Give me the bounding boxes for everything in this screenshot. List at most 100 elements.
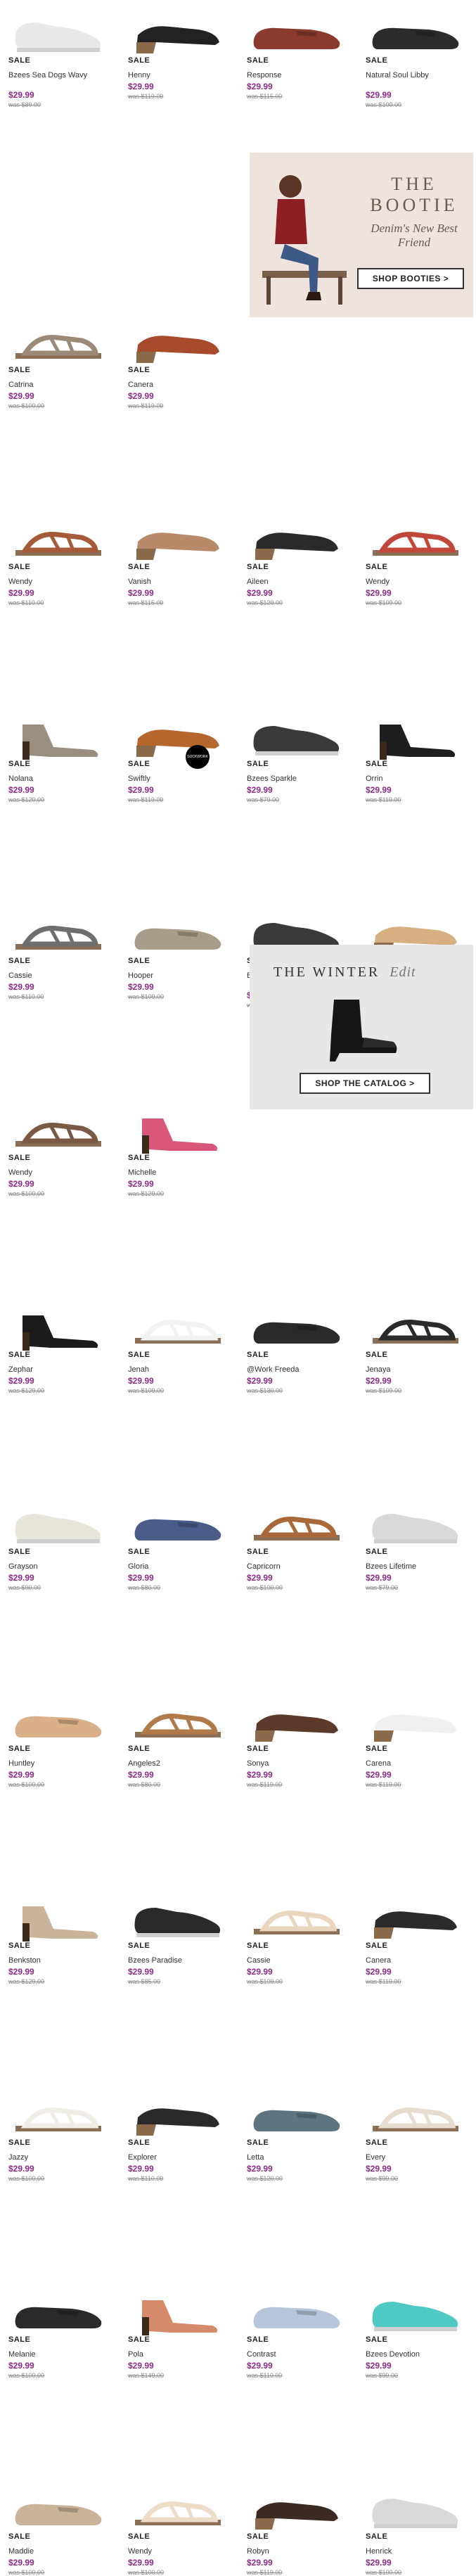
product-card[interactable]: SALE Angeles2 $29.99 was $80.00 <box>128 1576 233 1788</box>
product-card[interactable]: SALE Canera $29.99 was $119.00 <box>366 1773 471 1985</box>
product-image[interactable] <box>8 1892 107 1943</box>
product-card[interactable]: SALE Bzees Paradise $29.99 was $85.00 <box>128 1773 233 1985</box>
product-card[interactable]: SALE Michelle $29.99 was $129.00 <box>128 985 233 1197</box>
product-card[interactable]: SALE Hooper $29.99 was $109.00 <box>128 788 233 1000</box>
product-image[interactable] <box>128 2286 226 2337</box>
product-name[interactable]: Canera <box>366 1956 457 1965</box>
product-card[interactable]: SALE Carena $29.99 was $119.00 <box>366 1576 471 1788</box>
product-card[interactable]: SALE Bzees Sparkle $29.99 was $79.00 <box>247 591 352 803</box>
shop-booties-button[interactable]: SHOP BOOTIES > <box>357 268 464 289</box>
product-image[interactable] <box>366 1892 464 1943</box>
product-card[interactable]: SALE Cassie $29.99 was $109.00 <box>247 1773 352 1985</box>
product-image[interactable] <box>8 2089 107 2140</box>
product-name[interactable]: Gloria <box>128 1562 219 1571</box>
product-card[interactable]: SALE Every $29.99 was $99.00 <box>366 1970 471 2182</box>
product-image[interactable] <box>8 1301 107 1352</box>
product-image[interactable] <box>128 7 226 58</box>
product-image[interactable] <box>128 1498 226 1549</box>
product-image[interactable] <box>247 1498 345 1549</box>
product-name[interactable]: Huntley <box>8 1759 100 1768</box>
product-image[interactable] <box>8 1104 107 1155</box>
product-card[interactable]: SALE Grayson $29.99 was $90.00 <box>8 1379 114 1591</box>
product-name[interactable]: Pola <box>128 2349 219 2359</box>
product-image[interactable] <box>247 1892 345 1943</box>
product-card[interactable]: SALE Henrick $29.99 was $100.00 <box>366 2364 471 2576</box>
product-card[interactable]: SALE Catrina $29.99 was $100.00 <box>8 197 114 409</box>
product-name[interactable]: Jazzy <box>8 2153 100 2162</box>
product-image[interactable] <box>366 2286 464 2337</box>
product-name[interactable]: Henrick <box>366 2546 457 2556</box>
product-name[interactable]: Robyn <box>247 2546 338 2556</box>
product-image[interactable] <box>128 710 226 761</box>
product-name[interactable]: Henny <box>128 70 219 80</box>
product-card[interactable]: SALE Swiftly $29.99 was $119.00 <box>128 591 233 803</box>
product-card[interactable]: SALE Benkston $29.99 was $129.00 <box>8 1773 114 1985</box>
product-card[interactable]: SALE Wendy $29.99 was $109.00 <box>366 394 471 606</box>
product-card[interactable]: SALE Wendy $29.99 was $110.00 <box>8 394 114 606</box>
product-image[interactable] <box>366 710 464 761</box>
product-card[interactable]: SALE Gloria $29.99 was $80.00 <box>128 1379 233 1591</box>
product-name[interactable]: Melanie <box>8 2349 100 2359</box>
product-image[interactable] <box>128 317 226 367</box>
product-image[interactable] <box>128 2089 226 2140</box>
product-image[interactable] <box>247 1695 345 1746</box>
product-name[interactable]: Michelle <box>128 1168 219 1178</box>
product-card[interactable]: SALE Capricorn $29.99 was $100.00 <box>247 1379 352 1591</box>
product-name[interactable]: Bzees Lifetime <box>366 1562 457 1571</box>
product-card[interactable]: SALE Zephar $29.99 was $129.00 <box>8 1182 114 1394</box>
product-card[interactable]: SALE Cassie $29.99 was $110.00 <box>8 788 114 1000</box>
product-card[interactable]: SALE Bzees Devotion $29.99 was $99.00 <box>366 2167 471 2379</box>
product-image[interactable] <box>128 907 226 958</box>
product-image[interactable] <box>8 1695 107 1746</box>
product-card[interactable]: SALE Orrin $29.99 was $119.00 <box>366 591 471 803</box>
product-image[interactable] <box>8 2483 107 2534</box>
product-card[interactable]: SALE Robyn $29.99 was $119.00 <box>247 2364 352 2576</box>
product-name[interactable]: Swiftly <box>128 774 219 784</box>
product-name[interactable]: Capricorn <box>247 1562 338 1571</box>
product-name[interactable]: Canera <box>128 380 219 390</box>
product-image[interactable] <box>247 2089 345 2140</box>
product-image[interactable] <box>8 514 107 564</box>
product-image[interactable] <box>366 7 464 58</box>
product-card[interactable]: SALE Wendy $29.99 was $100.00 <box>8 985 114 1197</box>
product-name[interactable]: Vanish <box>128 577 219 587</box>
product-name[interactable]: Wendy <box>366 577 457 587</box>
product-name[interactable]: Explorer <box>128 2153 219 2162</box>
product-card[interactable]: SALE Explorer $29.99 was $110.00 <box>128 1970 233 2182</box>
product-card[interactable]: SALE Maddie $29.99 was $100.00 <box>8 2364 114 2576</box>
product-image[interactable] <box>247 2483 345 2534</box>
product-image[interactable] <box>8 7 107 58</box>
product-image[interactable] <box>128 2483 226 2534</box>
promo-booties-banner[interactable]: THE BOOTIE Denim's New Best Friend SHOP … <box>250 153 473 317</box>
product-card[interactable]: SALE Wendy $29.99 was $100.00 <box>128 2364 233 2576</box>
product-name[interactable]: Every <box>366 2153 457 2162</box>
product-image[interactable] <box>247 2286 345 2337</box>
product-name[interactable]: Hooper <box>128 971 219 981</box>
product-name[interactable]: Bzees Paradise <box>128 1956 219 1965</box>
product-image[interactable] <box>128 1695 226 1746</box>
product-image[interactable] <box>366 514 464 564</box>
product-card[interactable]: SALE Pola $29.99 was $149.00 <box>128 2167 233 2379</box>
product-card[interactable]: SALE @Work Freeda $29.99 was $130.00 <box>247 1182 352 1394</box>
product-name[interactable]: Aileen <box>247 577 338 587</box>
product-name[interactable]: Wendy <box>8 1168 100 1178</box>
product-card[interactable]: SALE Letta $29.99 was $120.00 <box>247 1970 352 2182</box>
product-card[interactable]: SALE Canera $29.99 was $119.00 <box>128 197 233 409</box>
product-image[interactable] <box>8 907 107 958</box>
product-image[interactable] <box>366 1695 464 1746</box>
product-card[interactable]: SALE Sonya $29.99 was $119.00 <box>247 1576 352 1788</box>
product-image[interactable] <box>247 7 345 58</box>
product-card[interactable]: SALE Jenaya $29.99 was $109.00 <box>366 1182 471 1394</box>
product-card[interactable]: SALE Jazzy $29.99 was $100.00 <box>8 1970 114 2182</box>
product-name[interactable]: Catrina <box>8 380 100 390</box>
product-card[interactable]: SALE Aileen $29.99 was $129.00 <box>247 394 352 606</box>
product-image[interactable] <box>366 2483 464 2534</box>
product-name[interactable]: Bzees Sparkle <box>247 774 338 784</box>
product-card[interactable]: SALE Bzees Sea Dogs Wavy $29.99 was $89.00 <box>8 0 114 190</box>
product-card[interactable]: SALE Contrast $29.99 was $110.00 <box>247 2167 352 2379</box>
product-name[interactable]: Angeles2 <box>128 1759 219 1768</box>
product-name[interactable]: Bzees Devotion <box>366 2349 457 2359</box>
product-name[interactable]: Jenah <box>128 1365 219 1375</box>
product-image[interactable] <box>247 514 345 564</box>
product-image[interactable] <box>128 1301 226 1352</box>
